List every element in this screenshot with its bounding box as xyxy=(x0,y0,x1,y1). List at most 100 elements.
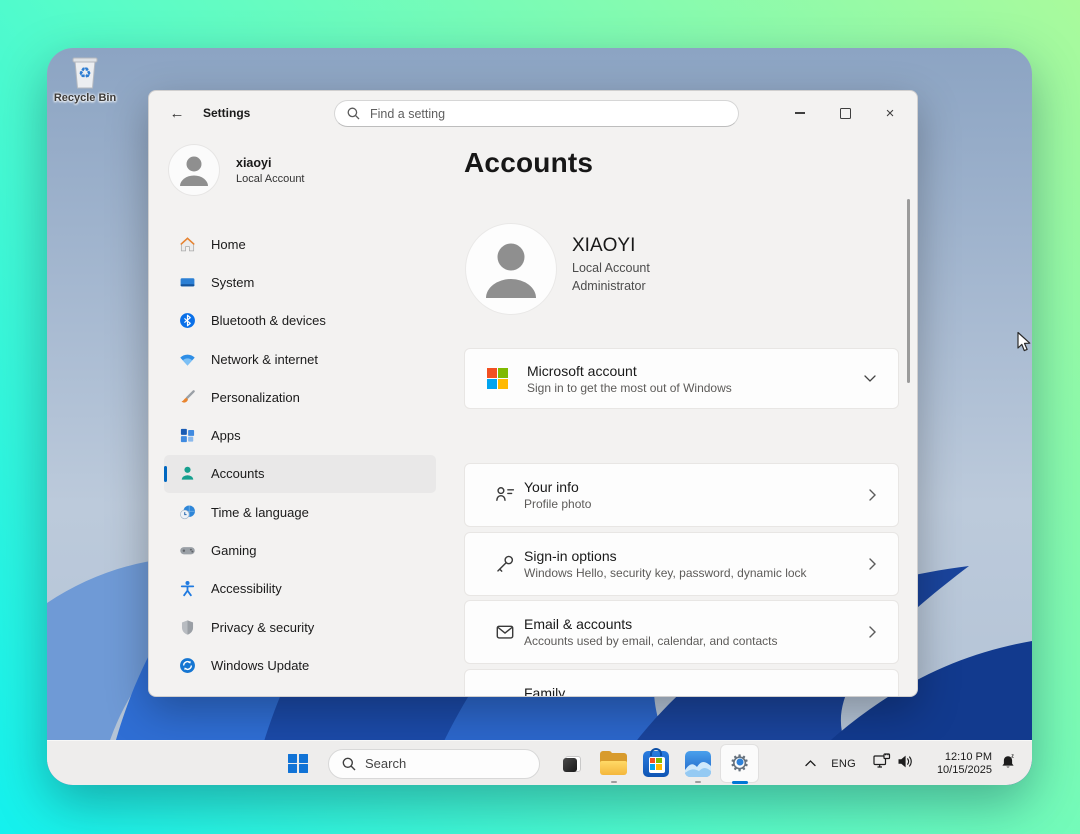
taskbar-search[interactable]: Search xyxy=(328,749,540,779)
start-button[interactable] xyxy=(281,745,315,782)
network-button[interactable] xyxy=(873,753,891,774)
back-button[interactable]: ← xyxy=(165,101,189,125)
sign-in-options-card[interactable]: Sign-in options Windows Hello, security … xyxy=(464,532,899,596)
page-title: Accounts xyxy=(464,147,593,179)
nav-label: Bluetooth & devices xyxy=(211,313,326,328)
minimize-button[interactable] xyxy=(793,106,807,120)
tray-overflow-button[interactable] xyxy=(797,760,823,767)
nav-item-bluetooth-devices[interactable]: Bluetooth & devices xyxy=(164,302,436,340)
titlebar: ← Settings × xyxy=(149,91,917,135)
microsoft-account-card[interactable]: Microsoft account Sign in to get the mos… xyxy=(464,348,899,409)
nav-item-time-language[interactable]: Time & language xyxy=(164,493,436,531)
nav-item-system[interactable]: System xyxy=(164,263,436,301)
windows-logo-icon xyxy=(288,754,308,774)
taskbar: Search xyxy=(47,740,1032,785)
active-indicator xyxy=(732,781,748,784)
svg-text:z: z xyxy=(1011,753,1014,759)
volume-button[interactable] xyxy=(897,754,914,774)
file-explorer-button[interactable] xyxy=(595,741,632,785)
bell-dnd-icon: z xyxy=(1000,753,1017,770)
card-title: Email & accounts xyxy=(524,616,869,632)
mouse-cursor xyxy=(1016,331,1033,354)
card-subtitle: Accounts used by email, calendar, and co… xyxy=(524,634,869,648)
system-icon xyxy=(178,273,196,291)
nav-label: Accessibility xyxy=(211,581,282,596)
settings-window: ← Settings × xiaoyi Local Account xyxy=(148,90,918,697)
nav-item-accounts[interactable]: Accounts xyxy=(164,455,436,493)
card-title: Sign-in options xyxy=(524,548,869,564)
microsoft-logo-icon xyxy=(487,368,508,389)
recycle-bin-shortcut[interactable]: ♻ Recycle Bin xyxy=(49,53,121,104)
recycle-symbol: ♻ xyxy=(68,64,102,82)
clock[interactable]: 12:10 PM 10/15/2025 xyxy=(926,751,992,777)
ethernet-icon xyxy=(873,753,891,769)
nav-item-home[interactable]: Home xyxy=(164,225,436,263)
maximize-button[interactable] xyxy=(838,106,852,120)
family-card[interactable]: Family xyxy=(464,669,899,697)
card-subtitle: Windows Hello, security key, password, d… xyxy=(524,566,869,580)
nav-label: Windows Update xyxy=(211,658,309,673)
photos-icon xyxy=(685,751,711,777)
nav-label: System xyxy=(211,275,254,290)
window-title: Settings xyxy=(203,106,250,120)
your-info-card[interactable]: Your info Profile photo xyxy=(464,463,899,527)
nav-label: Time & language xyxy=(211,505,309,520)
time-language-icon xyxy=(178,503,196,521)
nav-label: Privacy & security xyxy=(211,620,314,635)
nav-item-network-internet[interactable]: Network & internet xyxy=(164,340,436,378)
nav-item-accessibility[interactable]: Accessibility xyxy=(164,570,436,608)
nav-label: Home xyxy=(211,237,246,252)
user-avatar xyxy=(466,224,556,314)
maximize-icon xyxy=(840,108,851,119)
accessibility-icon xyxy=(178,580,196,598)
chevron-down-icon xyxy=(864,375,876,383)
user-name: XIAOYI xyxy=(572,235,650,257)
chevron-up-icon xyxy=(805,760,816,767)
home-icon xyxy=(178,235,196,253)
microsoft-card-title: Microsoft account xyxy=(527,363,864,379)
nav-item-apps[interactable]: Apps xyxy=(164,416,436,454)
nav-label: Network & internet xyxy=(211,352,318,367)
microsoft-store-icon xyxy=(643,751,669,777)
card-title: Family xyxy=(524,685,898,697)
recycle-bin-label: Recycle Bin xyxy=(49,92,121,104)
back-arrow-icon: ← xyxy=(170,105,185,122)
window-controls: × xyxy=(793,91,897,135)
sidebar-profile[interactable]: xiaoyi Local Account xyxy=(169,145,305,195)
brush-icon xyxy=(178,388,196,406)
notifications-button[interactable]: z xyxy=(1000,753,1017,775)
card-title: Your info xyxy=(524,479,869,495)
microsoft-store-button[interactable] xyxy=(637,741,674,785)
photos-button[interactable] xyxy=(679,741,716,785)
user-account-type: Local Account xyxy=(572,261,650,275)
screen: { "desktop": { "recycle_bin_label": "Rec… xyxy=(0,0,1080,834)
system-tray: ENG 12:10 PM 10/15/2025 z xyxy=(797,741,1032,785)
close-icon: × xyxy=(886,106,895,121)
language-indicator[interactable]: ENG xyxy=(831,758,856,770)
bluetooth-icon xyxy=(178,312,196,330)
accounts-icon xyxy=(178,465,196,483)
nav-item-windows-update[interactable]: Windows Update xyxy=(164,646,436,684)
settings-search-input[interactable] xyxy=(368,106,702,122)
nav-item-privacy-security[interactable]: Privacy & security xyxy=(164,608,436,646)
wifi-icon xyxy=(178,350,196,368)
gear-center-dot xyxy=(736,759,743,766)
settings-app-button[interactable]: ⚙ xyxy=(721,745,758,782)
search-icon xyxy=(342,757,356,771)
scrollbar-thumb[interactable] xyxy=(907,199,910,383)
minimize-icon xyxy=(795,112,805,114)
email-icon xyxy=(494,621,516,643)
desktop: ♻ Recycle Bin ← Settings × xiaoyi xyxy=(47,48,1032,785)
email-accounts-card[interactable]: Email & accounts Accounts used by email,… xyxy=(464,600,899,664)
nav-label: Accounts xyxy=(211,466,264,481)
close-button[interactable]: × xyxy=(883,106,897,120)
settings-search-box[interactable] xyxy=(334,100,739,127)
nav-item-gaming[interactable]: Gaming xyxy=(164,531,436,569)
task-view-icon xyxy=(559,751,585,777)
nav-item-personalization[interactable]: Personalization xyxy=(164,378,436,416)
task-view-button[interactable] xyxy=(553,741,590,785)
user-role: Administrator xyxy=(572,279,650,293)
accounts-page: Accounts XIAOYI Local Account Administra… xyxy=(464,135,899,697)
microsoft-card-subtitle: Sign in to get the most out of Windows xyxy=(527,381,864,395)
speaker-icon xyxy=(897,754,914,769)
